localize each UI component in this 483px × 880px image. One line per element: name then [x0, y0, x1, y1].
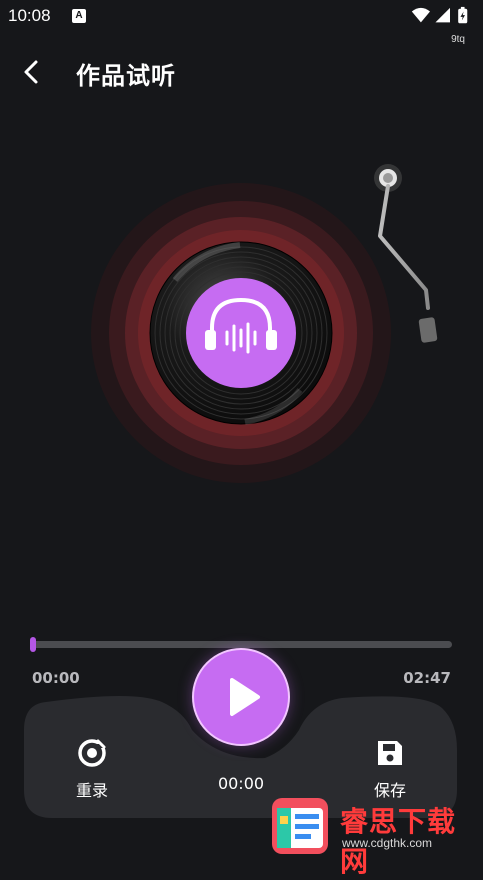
play-button[interactable]	[192, 648, 290, 746]
total-time: 02:47	[403, 669, 451, 687]
watermark: 睿思下载网 www.cdgthk.com	[268, 794, 483, 878]
status-icons	[411, 6, 468, 24]
progress-thumb[interactable]	[30, 637, 36, 652]
current-time: 00:00	[32, 669, 80, 687]
rerecord-button[interactable]: 重录	[52, 737, 132, 801]
wifi-icon	[411, 7, 430, 23]
rerecord-icon	[78, 739, 106, 767]
battery-charging-icon	[458, 6, 468, 24]
app-header: 作品试听	[0, 48, 483, 96]
watermark-logo	[272, 798, 328, 854]
elapsed-time: 00:00	[217, 774, 265, 793]
status-bar: 10:08 A 9tq	[0, 0, 483, 45]
vinyl-record-graphic	[91, 164, 438, 483]
back-button[interactable]	[14, 54, 50, 90]
status-time: 10:08	[8, 6, 51, 25]
floppy-disk-icon	[378, 741, 402, 765]
notification-icon: A	[72, 9, 86, 23]
carrier-label: 9tq	[451, 34, 465, 45]
save-button[interactable]: 保存	[350, 737, 430, 801]
chevron-left-icon	[24, 60, 38, 84]
progress-track	[30, 641, 452, 648]
page-title: 作品试听	[76, 62, 176, 90]
play-icon	[230, 678, 260, 716]
signal-icon	[435, 7, 450, 23]
record-player	[0, 140, 483, 500]
rerecord-label: 重录	[75, 781, 108, 800]
watermark-url: www.cdgthk.com	[342, 836, 433, 850]
